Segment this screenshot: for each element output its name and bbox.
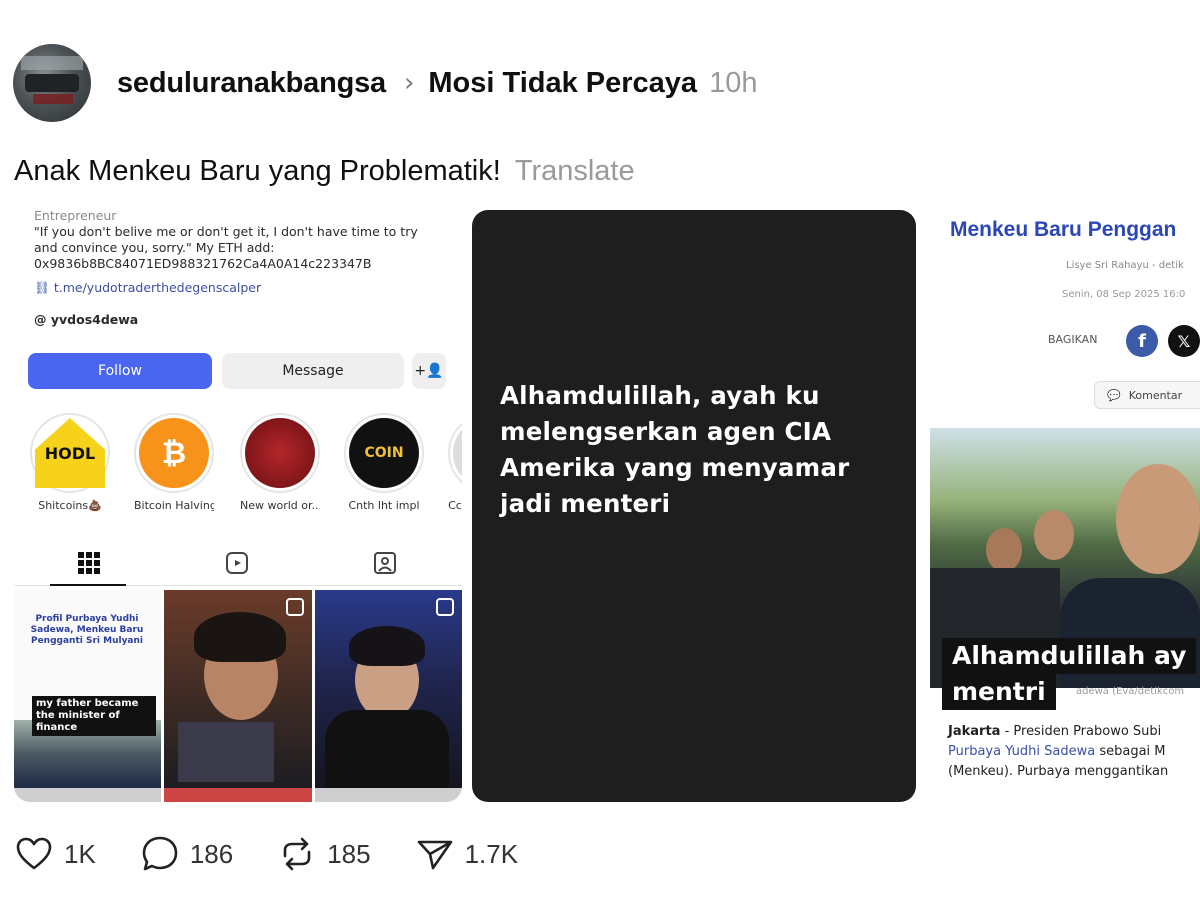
chevron-right-icon: ›: [403, 68, 415, 98]
photo-overlay-line-2: mentri: [942, 674, 1056, 710]
highlight-2: ₿ Bitcoin Halving: [134, 413, 214, 512]
like-count: 1K: [64, 838, 96, 869]
profile-post-grid: Profil Purbaya Yudhi Sadewa, Menkeu Baru…: [14, 590, 462, 802]
card-text: Alhamdulillah, ayah ku melengserkan agen…: [500, 381, 850, 518]
heart-icon: [16, 837, 52, 870]
body-link: Purbaya Yudhi Sadewa: [948, 744, 1096, 759]
reels-icon: [222, 548, 252, 578]
highlight-label: Bitcoin Halving: [134, 499, 214, 512]
profile-link-text: t.me/yudotraderthedegenscalper: [53, 280, 262, 295]
comment-count: 186: [189, 838, 234, 869]
share-icon: [417, 840, 452, 870]
threads-icon: @: [34, 312, 51, 327]
coin-icon: COIN: [349, 418, 419, 488]
share-button[interactable]: 1.7K: [415, 834, 519, 874]
grid-post-news: Profil Purbaya Yudhi Sadewa, Menkeu Baru…: [14, 590, 162, 788]
post-caption: Anak Menkeu Baru yang Problematik! Transl…: [14, 155, 635, 188]
highlight-5: Cc: [448, 413, 462, 512]
highlight-1: HODL Shitcoins💩: [30, 413, 110, 512]
media-image-profile-screenshot[interactable]: Entrepreneur "If you don't belive me or …: [14, 210, 462, 802]
article-date: Senin, 08 Sep 2025 16:0: [1062, 289, 1186, 300]
like-button[interactable]: 1K: [14, 834, 96, 874]
post-actions: 1K 186 185 1.7K: [14, 832, 562, 876]
community-name[interactable]: Mosi Tidak Percaya: [428, 67, 697, 100]
article-author: Lisye Sri Rahayu - detik: [1066, 260, 1184, 271]
add-person-icon: +👤: [412, 353, 446, 389]
comment-box: 💬 Komentar: [1094, 381, 1200, 409]
share-count: 1.7K: [464, 838, 519, 869]
avatar[interactable]: [13, 44, 91, 122]
reel-icon: [435, 598, 454, 616]
body-line-2: sebagai M: [1095, 744, 1166, 759]
follow-button: Follow: [28, 353, 212, 389]
grid-post-selfie-1: [164, 590, 312, 788]
comment-bubble-icon: 💬: [1107, 388, 1121, 402]
repost-icon: [283, 837, 311, 871]
bitcoin-icon: ₿: [139, 418, 209, 488]
highlight-label: Cnth lht impl: [348, 499, 420, 512]
highlight-label: Shitcoins💩: [38, 499, 102, 512]
body-line-1: - Presiden Prabowo Subi: [1000, 724, 1162, 739]
profile-category: Entrepreneur: [34, 210, 117, 223]
x-icon: 𝕏: [1168, 325, 1200, 357]
message-button: Message: [222, 353, 404, 389]
news-title: Profil Purbaya Yudhi Sadewa, Menkeu Baru…: [30, 614, 144, 646]
grid-icon: [74, 548, 104, 578]
profile-link: ⛓ t.me/yudotraderthedegenscalper: [34, 280, 261, 296]
article-body: Jakarta - Presiden Prabowo Subi Purbaya …: [948, 722, 1168, 782]
article-title: Menkeu Baru Penggan: [950, 218, 1177, 241]
highlight-label: New world or...: [240, 499, 320, 512]
news-overlay-text: my father became the minister of finance: [32, 696, 156, 736]
profile-tabs: [14, 540, 462, 586]
emblem-icon: [245, 418, 315, 488]
comment-button[interactable]: 186: [140, 834, 233, 874]
comment-label: Komentar: [1128, 388, 1183, 402]
threads-handle-text: yvdos4dewa: [50, 312, 139, 327]
highlight-label: Cc: [448, 499, 462, 512]
photo-overlay-line-1: Alhamdulillah ay: [942, 638, 1197, 674]
repost-button[interactable]: 185: [277, 834, 371, 874]
grid-next-row: [14, 788, 462, 802]
comment-icon: [142, 836, 178, 871]
threads-handle: @ yvdos4dewa: [34, 312, 138, 327]
caption-text: Anak Menkeu Baru yang Problematik!: [14, 155, 501, 187]
repost-count: 185: [327, 838, 371, 869]
active-tab-indicator: [50, 584, 126, 586]
translate-link[interactable]: Translate: [515, 155, 635, 187]
tagged-icon: [370, 548, 400, 578]
hodl-icon: HODL: [35, 418, 105, 488]
username[interactable]: seduluranakbangsa: [117, 67, 386, 100]
grid-post-selfie-2: [314, 590, 462, 788]
facebook-icon: f: [1126, 325, 1158, 357]
media-text-card[interactable]: Alhamdulillah, ayah ku melengserkan agen…: [472, 210, 916, 802]
photo-credit: adewa (Eva/detikcom: [1076, 686, 1185, 697]
body-city: Jakarta: [948, 724, 1001, 739]
share-label: BAGIKAN: [1048, 333, 1098, 346]
link-icon: ⛓: [34, 280, 54, 295]
profile-bio: "If you don't belive me or don't get it,…: [34, 224, 418, 271]
body-line-3: (Menkeu). Purbaya menggantikan: [948, 764, 1169, 779]
post-header: seduluranakbangsa › Mosi Tidak Percaya 1…: [13, 43, 757, 123]
post-time: 10h: [709, 66, 758, 99]
highlight-3: New world or...: [240, 413, 320, 512]
highlight-4: COIN Cnth lht impl: [344, 413, 424, 512]
media-image-article-screenshot[interactable]: Menkeu Baru Penggan Lisye Sri Rahayu - d…: [930, 210, 1200, 802]
reel-icon: [285, 598, 304, 616]
